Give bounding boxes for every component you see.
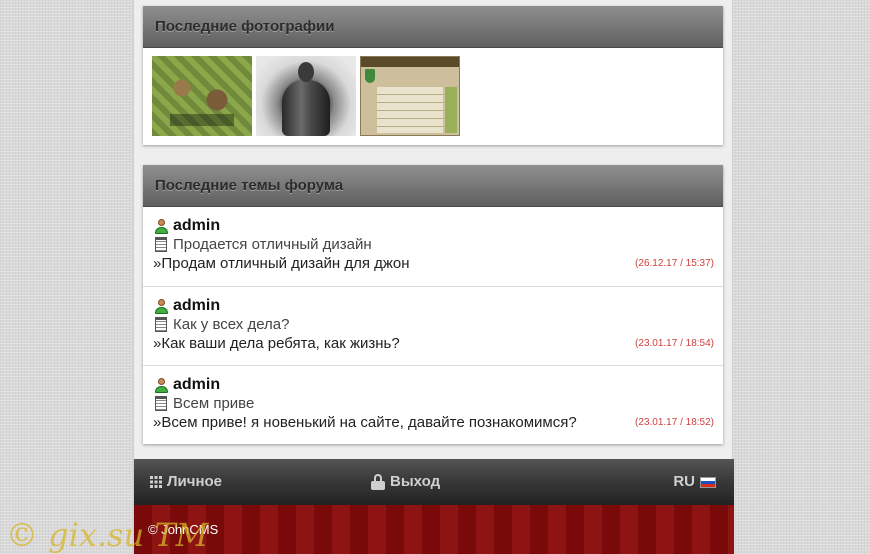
photos-panel-title: Последние фотографии (143, 6, 723, 48)
user-icon (153, 298, 169, 314)
topic-snippet[interactable]: »Как ваши дела ребята, как жизнь? (153, 334, 400, 353)
footer: © JohnCMS (134, 505, 734, 554)
bottom-navbar: Личное Выход RU (134, 459, 734, 505)
forum-topic[interactable]: admin Как у всех дела? »Как ваши дела ре… (143, 286, 723, 365)
user-icon (153, 218, 169, 234)
nav-logout-label: Выход (390, 473, 441, 490)
forum-topic[interactable]: admin Всем приве »Всем приве! я новеньки… (143, 365, 723, 444)
topic-title[interactable]: Продается отличный дизайн (173, 235, 372, 254)
page-container: Последние фотографии Последние темы фору… (133, 0, 734, 554)
topic-author[interactable]: admin (173, 216, 220, 235)
topic-author[interactable]: admin (173, 296, 220, 315)
language-label: RU (673, 473, 695, 490)
topic-date: (23.01.17 / 18:52) (635, 417, 714, 428)
photo-thumbnail-game-ranking[interactable] (360, 56, 460, 136)
topic-date: (23.01.17 / 18:54) (635, 338, 714, 349)
topic-title[interactable]: Как у всех дела? (173, 315, 290, 334)
photo-thumbnail-village[interactable] (152, 56, 252, 136)
topic-snippet[interactable]: »Всем приве! я новенький на сайте, давай… (153, 413, 577, 432)
photos-list (143, 48, 723, 145)
photos-panel: Последние фотографии (143, 6, 723, 145)
topic-title[interactable]: Всем приве (173, 394, 254, 413)
language-switch[interactable]: RU (673, 459, 716, 505)
forum-panel: Последние темы форума admin Продается от… (143, 165, 723, 444)
notepad-icon (153, 236, 169, 253)
forum-topic[interactable]: admin Продается отличный дизайн »Продам … (143, 207, 723, 286)
forum-topic-list: admin Продается отличный дизайн »Продам … (143, 207, 723, 444)
forum-panel-title: Последние темы форума (143, 165, 723, 207)
notepad-icon (153, 395, 169, 412)
nav-logout-link[interactable]: Выход (371, 459, 440, 505)
grid-icon (150, 476, 162, 488)
topic-date: (26.12.17 / 15:37) (635, 258, 714, 269)
lock-icon (371, 474, 385, 490)
nav-personal-link[interactable]: Личное (150, 459, 222, 505)
russia-flag-icon (700, 476, 716, 488)
user-icon (153, 377, 169, 393)
notepad-icon (153, 316, 169, 333)
nav-personal-label: Личное (167, 473, 223, 490)
topic-author[interactable]: admin (173, 375, 220, 394)
topic-snippet[interactable]: »Продам отличный дизайн для джон (153, 254, 410, 273)
watermark: © gix.su TM (6, 516, 209, 554)
photo-thumbnail-bodybuilder[interactable] (256, 56, 356, 136)
